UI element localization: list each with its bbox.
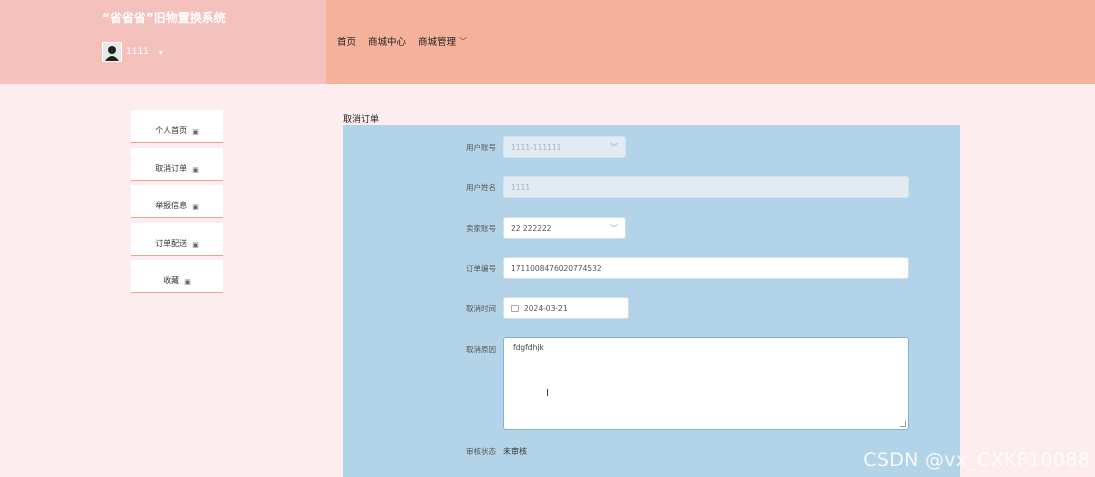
header-nav-area: 首页 商城中心 商城管理 ﹀	[326, 0, 1095, 84]
cancel-reason-value: fdgfdhjk	[513, 343, 544, 352]
username-label[interactable]: 1111	[126, 47, 149, 57]
cancel-reason-label: 取消原因	[466, 345, 496, 354]
sidebar-item-report-info[interactable]: 举报信息 ▣	[131, 185, 223, 218]
nav-home[interactable]: 首页	[337, 34, 356, 48]
sidebar-item-label: 取消订单	[155, 163, 188, 173]
header-brand-area: “省省省”旧物置换系统 1111 ▾	[0, 0, 326, 84]
seller-account-value: 22 222222	[511, 223, 552, 233]
cancel-time-label: 取消时间	[466, 303, 496, 313]
review-status-value: 未审核	[503, 447, 527, 456]
user-account-value: 1111-111111	[511, 142, 562, 152]
user-account-select[interactable]: 1111-111111 ﹀	[503, 136, 626, 158]
lock-icon: ▣	[192, 128, 199, 136]
user-name-label: 用户姓名	[466, 182, 496, 192]
chevron-down-icon: ﹀	[610, 224, 618, 233]
app-title: “省省省”旧物置换系统	[102, 11, 226, 25]
lock-icon: ▣	[184, 278, 191, 286]
form-row-cancel-time: 取消时间 2024-03-21	[343, 297, 629, 319]
page-title: 取消订单	[343, 115, 380, 125]
cancel-reason-textarea[interactable]: fdgfdhjk I	[503, 337, 909, 430]
order-no-label: 订单编号	[466, 263, 496, 273]
cancel-time-value: 2024-03-21	[524, 303, 568, 313]
main-nav: 首页 商城中心 商城管理 ﹀	[337, 34, 467, 49]
avatar[interactable]	[102, 42, 122, 62]
chevron-down-icon: ﹀	[610, 143, 618, 152]
sidebar-item-personal-home[interactable]: 个人首页 ▣	[131, 110, 223, 143]
sidebar-item-label: 收藏	[163, 276, 180, 285]
calendar-icon	[511, 304, 519, 312]
chevron-down-icon[interactable]: ﹀	[459, 36, 467, 47]
form-row-user-name: 用户姓名 1111	[343, 176, 909, 198]
top-header: “省省省”旧物置换系统 1111 ▾ 首页 商城中心 商城管理 ﹀	[0, 0, 1095, 84]
form-row-seller-account: 卖家账号 22 222222 ﹀	[343, 217, 626, 239]
form-row-order-no: 订单编号 171100847602077453​2	[343, 257, 909, 279]
form-row-cancel-reason: 取消原因 fdgfdhjk I	[343, 337, 909, 430]
form-row-user-account: 用户账号 1111-111111 ﹀	[343, 136, 626, 158]
nav-mall-management-label[interactable]: 商城管理	[418, 34, 456, 48]
sidebar: 个人首页 ▣ 取消订单 ▣ 举报信息 ▣ 订单配送 ▣ 收藏 ▣	[131, 110, 223, 298]
user-menu[interactable]: 1111 ▾	[102, 42, 163, 62]
form-row-review-status: 审核状态 未审核	[343, 446, 527, 457]
lock-icon: ▣	[192, 203, 199, 211]
text-cursor-icon: I	[546, 388, 549, 399]
nav-mall-center[interactable]: 商城中心	[368, 34, 406, 48]
user-name-field[interactable]: 1111	[503, 176, 909, 198]
order-no-value: 171100847602077453​2	[511, 263, 602, 273]
watermark: CSDN @vx_CXKF10088	[863, 449, 1090, 471]
sidebar-item-cancel-order[interactable]: 取消订单 ▣	[131, 147, 223, 181]
seller-account-label: 卖家账号	[466, 223, 496, 233]
user-name-value: 1111	[511, 182, 531, 192]
chevron-down-icon[interactable]: ▾	[159, 48, 163, 57]
seller-account-select[interactable]: 22 222222 ﹀	[503, 217, 626, 239]
sidebar-item-favorites[interactable]: 收藏 ▣	[131, 260, 223, 293]
resize-handle-icon[interactable]	[900, 421, 906, 427]
nav-mall-center-label[interactable]: 商城中心	[368, 34, 406, 48]
lock-icon: ▣	[192, 240, 199, 249]
user-avatar-icon	[103, 43, 121, 61]
lock-icon: ▣	[192, 165, 199, 174]
review-status-label: 审核状态	[466, 447, 496, 456]
sidebar-item-label: 个人首页	[155, 126, 188, 135]
cancel-time-datepicker[interactable]: 2024-03-21	[503, 297, 629, 319]
sidebar-item-label: 举报信息	[155, 201, 188, 210]
sidebar-item-label: 订单配送	[155, 238, 188, 248]
sidebar-item-order-delivery[interactable]: 订单配送 ▣	[131, 222, 223, 256]
cancel-order-form: 用户账号 1111-111111 ﹀ 用户姓名 1111 卖家账号 22 222…	[343, 125, 960, 477]
user-account-label: 用户账号	[466, 142, 496, 152]
nav-mall-management[interactable]: 商城管理 ﹀	[418, 34, 467, 49]
order-no-field[interactable]: 171100847602077453​2	[503, 257, 909, 279]
nav-home-label[interactable]: 首页	[337, 34, 356, 48]
